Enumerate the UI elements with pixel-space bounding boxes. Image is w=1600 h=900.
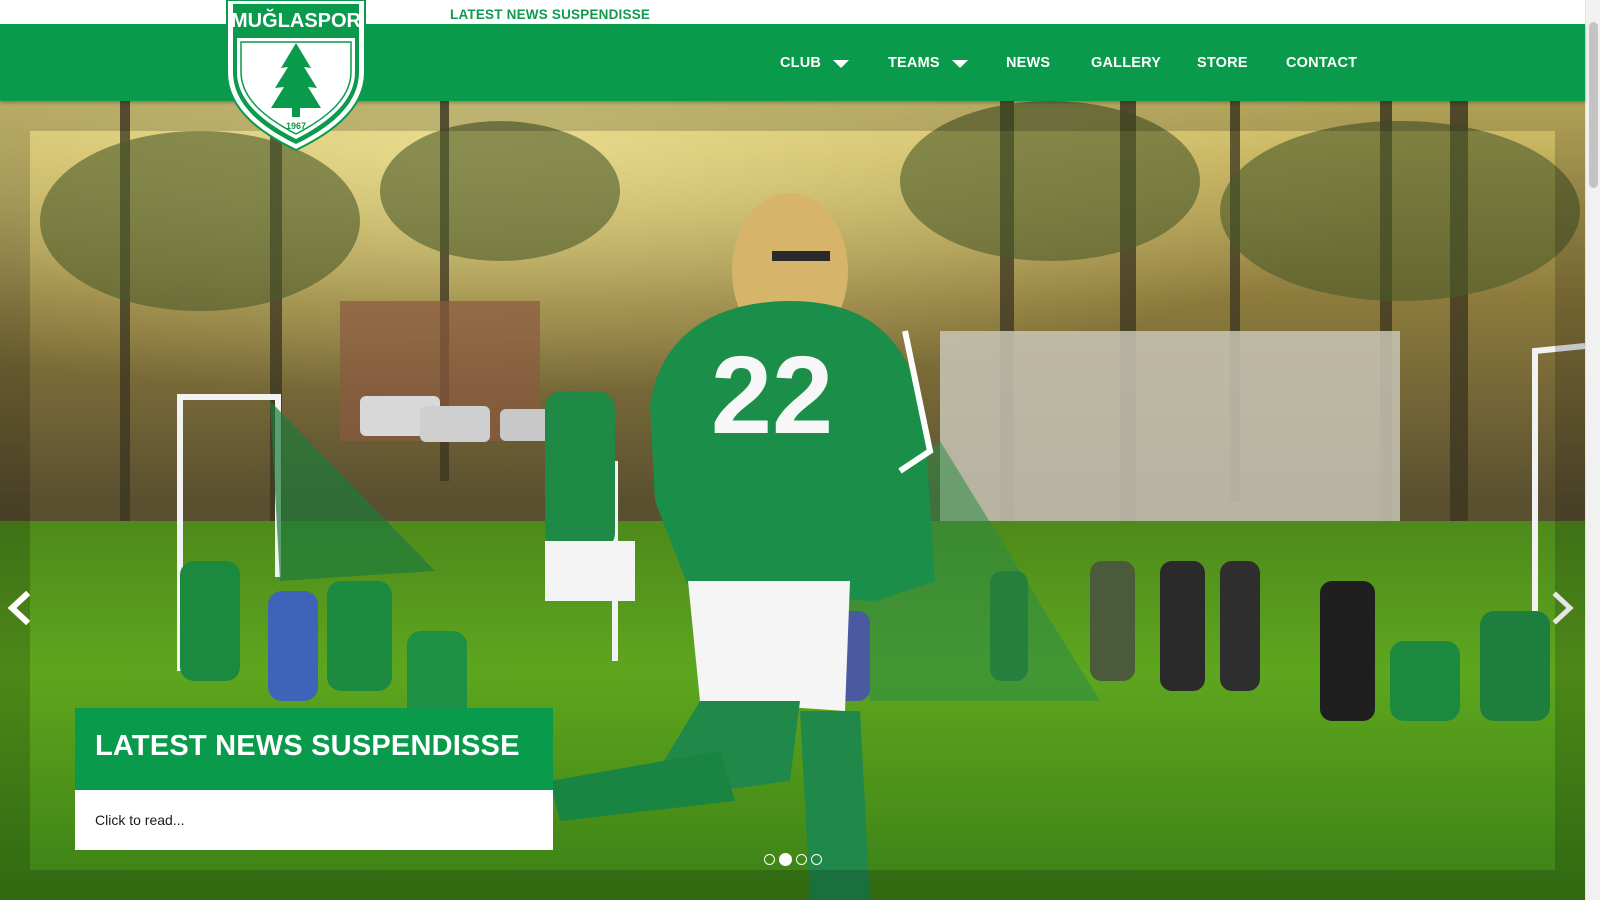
nav-item-store[interactable]: STORE xyxy=(1197,24,1248,101)
club-logo[interactable]: MUĞLASPOR 1967 xyxy=(225,0,367,152)
slider-pagination xyxy=(764,853,822,866)
page-scrollbar[interactable] xyxy=(1585,0,1600,900)
nav-item-label: STORE xyxy=(1197,54,1248,71)
slide-dot-1[interactable] xyxy=(764,854,775,865)
brand-year-text: 1967 xyxy=(286,121,306,131)
nav-item-news[interactable]: NEWS xyxy=(1006,24,1050,101)
slide-dot-4[interactable] xyxy=(811,854,822,865)
nav-item-label: CLUB xyxy=(780,54,822,71)
brand-name-text: MUĞLASPOR xyxy=(231,8,362,32)
slide-dot-2[interactable] xyxy=(779,853,792,866)
nav-item-label: GALLERY xyxy=(1091,54,1162,71)
slide-caption: LATEST NEWS SUSPENDISSE Click to read... xyxy=(75,708,553,850)
nav-item-contact[interactable]: CONTACT xyxy=(1286,24,1357,101)
caption-header: LATEST NEWS SUSPENDISSE xyxy=(75,708,553,790)
chevron-right-icon xyxy=(1552,591,1574,625)
caret-down-icon xyxy=(833,59,850,68)
nav-item-label: TEAMS xyxy=(888,54,940,71)
scrollbar-thumb[interactable] xyxy=(1589,22,1598,188)
news-ticker[interactable]: LATEST NEWS SUSPENDISSE xyxy=(450,7,650,22)
caption-title[interactable]: LATEST NEWS SUSPENDISSE xyxy=(95,730,533,763)
caret-down-icon xyxy=(951,59,968,68)
chevron-left-icon xyxy=(7,590,31,626)
nav-item-label: NEWS xyxy=(1006,54,1051,71)
nav-item-label: CONTACT xyxy=(1286,54,1358,71)
slide-dot-3[interactable] xyxy=(796,854,807,865)
caption-body: Click to read... xyxy=(75,790,553,850)
player-number-text: 22 xyxy=(711,334,833,457)
nav-item-teams[interactable]: TEAMS xyxy=(888,24,968,101)
read-more-link[interactable]: Click to read... xyxy=(95,812,184,828)
nav-item-gallery[interactable]: GALLERY xyxy=(1091,24,1161,101)
nav-item-club[interactable]: CLUB xyxy=(780,24,850,101)
slider-next-button[interactable] xyxy=(1548,591,1578,625)
slider-prev-button[interactable] xyxy=(4,590,34,626)
